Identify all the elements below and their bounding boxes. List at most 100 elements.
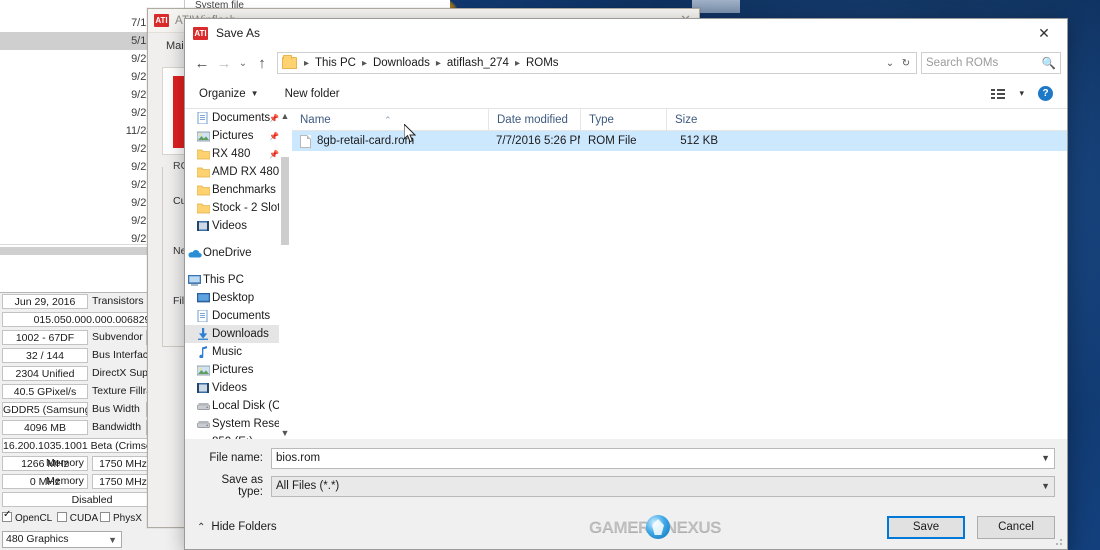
sidebar-item-downloads[interactable]: Downloads: [185, 325, 291, 343]
file-list-pane[interactable]: Name ⌃ Date modified Type Size 8gb-retai…: [292, 108, 1067, 439]
chevron-down-icon[interactable]: ▼: [1041, 453, 1050, 463]
save-as-type-select[interactable]: All Files (*.*) ▼: [271, 475, 1055, 497]
folder-icon: [194, 167, 212, 178]
column-header-type[interactable]: Type: [580, 108, 666, 131]
dialog-titlebar[interactable]: ATI Save As ✕: [185, 19, 1067, 47]
file-icon: [300, 134, 311, 148]
folder-icon: [194, 185, 212, 196]
address-breadcrumb-bar[interactable]: ▸ This PC ▸ Downloads ▸ atiflash_274 ▸ R…: [277, 52, 917, 74]
scroll-up-icon[interactable]: ▲: [279, 109, 291, 122]
gpu-feature-checkbox[interactable]: PhysX: [100, 512, 142, 524]
sidebar-item-pictures[interactable]: Pictures 📌: [185, 127, 291, 145]
navigation-sidebar[interactable]: Documents 📌 Pictures 📌 RX 480 📌 AMD RX 480 Benc…: [185, 109, 292, 439]
sidebar-item-label: Documents: [212, 112, 271, 124]
help-icon[interactable]: ?: [1038, 86, 1053, 101]
recent-locations-button[interactable]: ⌄: [235, 51, 251, 75]
sidebar-item-rx-480[interactable]: RX 480 📌: [185, 145, 291, 163]
sidebar-item-amd-rx-480[interactable]: AMD RX 480: [185, 163, 291, 181]
column-header-size[interactable]: Size: [666, 108, 728, 131]
gpu-info-value-left: 1002 - 67DF: [2, 330, 88, 345]
checkbox-icon: [2, 509, 12, 522]
file-name-input[interactable]: bios.rom ▼: [271, 447, 1055, 469]
pictures-icon: [194, 365, 212, 376]
close-button[interactable]: ✕: [1021, 19, 1067, 47]
breadcrumb-item-3[interactable]: ROMs: [524, 57, 561, 69]
file-name-text: 8gb-retail-card.rom: [317, 135, 415, 147]
sidebar-item-documents[interactable]: Documents 📌: [185, 109, 291, 127]
up-button[interactable]: ↑: [251, 51, 273, 75]
gpu-info-label: Bus Width: [92, 403, 140, 415]
gpu-info-value-left: 40.5 GPixel/s: [2, 384, 88, 399]
ati-logo-icon: ATI: [154, 14, 169, 27]
chevron-down-icon[interactable]: ▼: [1041, 481, 1050, 491]
breadcrumb-item-0[interactable]: This PC: [313, 57, 358, 69]
gpu-select-combo[interactable]: 480 Graphics ▼: [2, 531, 122, 548]
sidebar-item-music[interactable]: Music: [185, 343, 291, 361]
sidebar-item-documents[interactable]: Documents: [185, 307, 291, 325]
gpu-feature-checkbox[interactable]: CUDA: [56, 512, 98, 524]
scrollbar-thumb[interactable]: [281, 157, 289, 245]
sidebar-item-label: RX 480: [212, 148, 251, 160]
dialog-toolbar[interactable]: Organize ▼ New folder ▾ ?: [185, 79, 1067, 109]
organize-button[interactable]: Organize ▼: [199, 88, 259, 100]
gpu-info-value-left: 32 / 144: [2, 348, 88, 363]
sidebar-item-stock-2-slot-sp[interactable]: Stock - 2 Slot Sp: [185, 199, 291, 217]
gpu-feature-checkbox[interactable]: OpenCL: [2, 509, 52, 524]
sidebar-item-benchmarks[interactable]: Benchmarks: [185, 181, 291, 199]
sidebar-item-pictures[interactable]: Pictures: [185, 361, 291, 379]
pin-icon[interactable]: 📌: [269, 150, 279, 159]
sidebar-item-system-reserved[interactable]: System Reserved: [185, 415, 291, 433]
column-header-name[interactable]: Name ⌃: [292, 109, 488, 131]
breadcrumb-item-1[interactable]: Downloads: [371, 57, 432, 69]
breadcrumb-item-2[interactable]: atiflash_274: [445, 57, 511, 69]
gpu-info-label: Transistors: [92, 295, 144, 307]
search-placeholder: Search ROMs: [926, 57, 999, 69]
pin-icon[interactable]: 📌: [269, 114, 279, 123]
new-folder-label: New folder: [284, 87, 340, 100]
search-icon: 🔍: [1041, 58, 1056, 70]
breadcrumb-separator: ▸: [435, 57, 441, 69]
save-as-type-row[interactable]: Save as type: All Files (*.*) ▼: [197, 474, 1055, 498]
sidebar-item-850-e[interactable]: 850 (E:): [185, 433, 291, 439]
file-size-cell: 512 KB: [680, 135, 718, 147]
dialog-title: Save As: [216, 26, 261, 40]
sidebar-item-this-pc[interactable]: This PC: [185, 271, 291, 289]
dialog-navigation-bar[interactable]: ← → ⌄ ↑ ▸ This PC ▸ Downloads ▸ atiflash…: [185, 47, 1067, 79]
sidebar-item-onedrive[interactable]: OneDrive: [185, 244, 291, 262]
sidebar-item-desktop[interactable]: Desktop: [185, 289, 291, 307]
new-folder-button[interactable]: New folder: [285, 88, 340, 100]
dialog-footer[interactable]: ⌃ Hide Folders Save Cancel: [185, 505, 1067, 549]
sidebar-item-local-disk-c[interactable]: Local Disk (C:): [185, 397, 291, 415]
file-name-row[interactable]: File name: bios.rom ▼: [197, 447, 1055, 469]
back-button[interactable]: ←: [191, 51, 213, 75]
save-as-type-value: All Files (*.*): [276, 480, 340, 492]
search-input[interactable]: Search ROMs 🔍: [921, 52, 1061, 74]
hide-folders-button[interactable]: ⌃ Hide Folders: [197, 521, 277, 533]
sidebar-item-videos[interactable]: Videos: [185, 217, 291, 235]
dialog-body: Documents 📌 Pictures 📌 RX 480 📌 AMD RX 480 Benc…: [185, 108, 1067, 439]
chevron-down-icon: ▼: [108, 535, 117, 545]
sidebar-item-label: Videos: [212, 220, 247, 232]
view-dropdown-icon[interactable]: ▾: [1019, 88, 1024, 99]
address-dropdown-icon[interactable]: ⌄: [882, 58, 898, 69]
folder-icon: [194, 149, 212, 160]
dialog-form[interactable]: File name: bios.rom ▼ Save as type: All …: [185, 439, 1067, 505]
scroll-down-icon[interactable]: ▼: [279, 426, 291, 439]
this-pc-icon: [185, 274, 203, 286]
drive-icon: [194, 401, 212, 411]
music-icon: [194, 346, 212, 358]
cancel-button[interactable]: Cancel: [977, 515, 1055, 539]
sidebar-item-label: Pictures: [212, 130, 254, 142]
save-as-dialog[interactable]: ATI Save As ✕ ← → ⌄ ↑ ▸ This PC ▸ Downlo…: [184, 18, 1068, 550]
save-button[interactable]: Save: [887, 515, 965, 539]
pin-icon[interactable]: 📌: [269, 132, 279, 141]
resize-grip[interactable]: [1054, 537, 1064, 547]
column-header-date[interactable]: Date modified: [488, 108, 580, 131]
refresh-icon[interactable]: ↻: [898, 58, 914, 69]
checkbox-icon: [56, 512, 67, 522]
sidebar-scrollbar[interactable]: ▲ ▼: [279, 109, 291, 439]
view-list-icon[interactable]: [991, 88, 1006, 100]
forward-button[interactable]: →: [213, 51, 235, 75]
sidebar-item-label: Desktop: [212, 292, 255, 304]
sidebar-item-videos[interactable]: Videos: [185, 379, 291, 397]
